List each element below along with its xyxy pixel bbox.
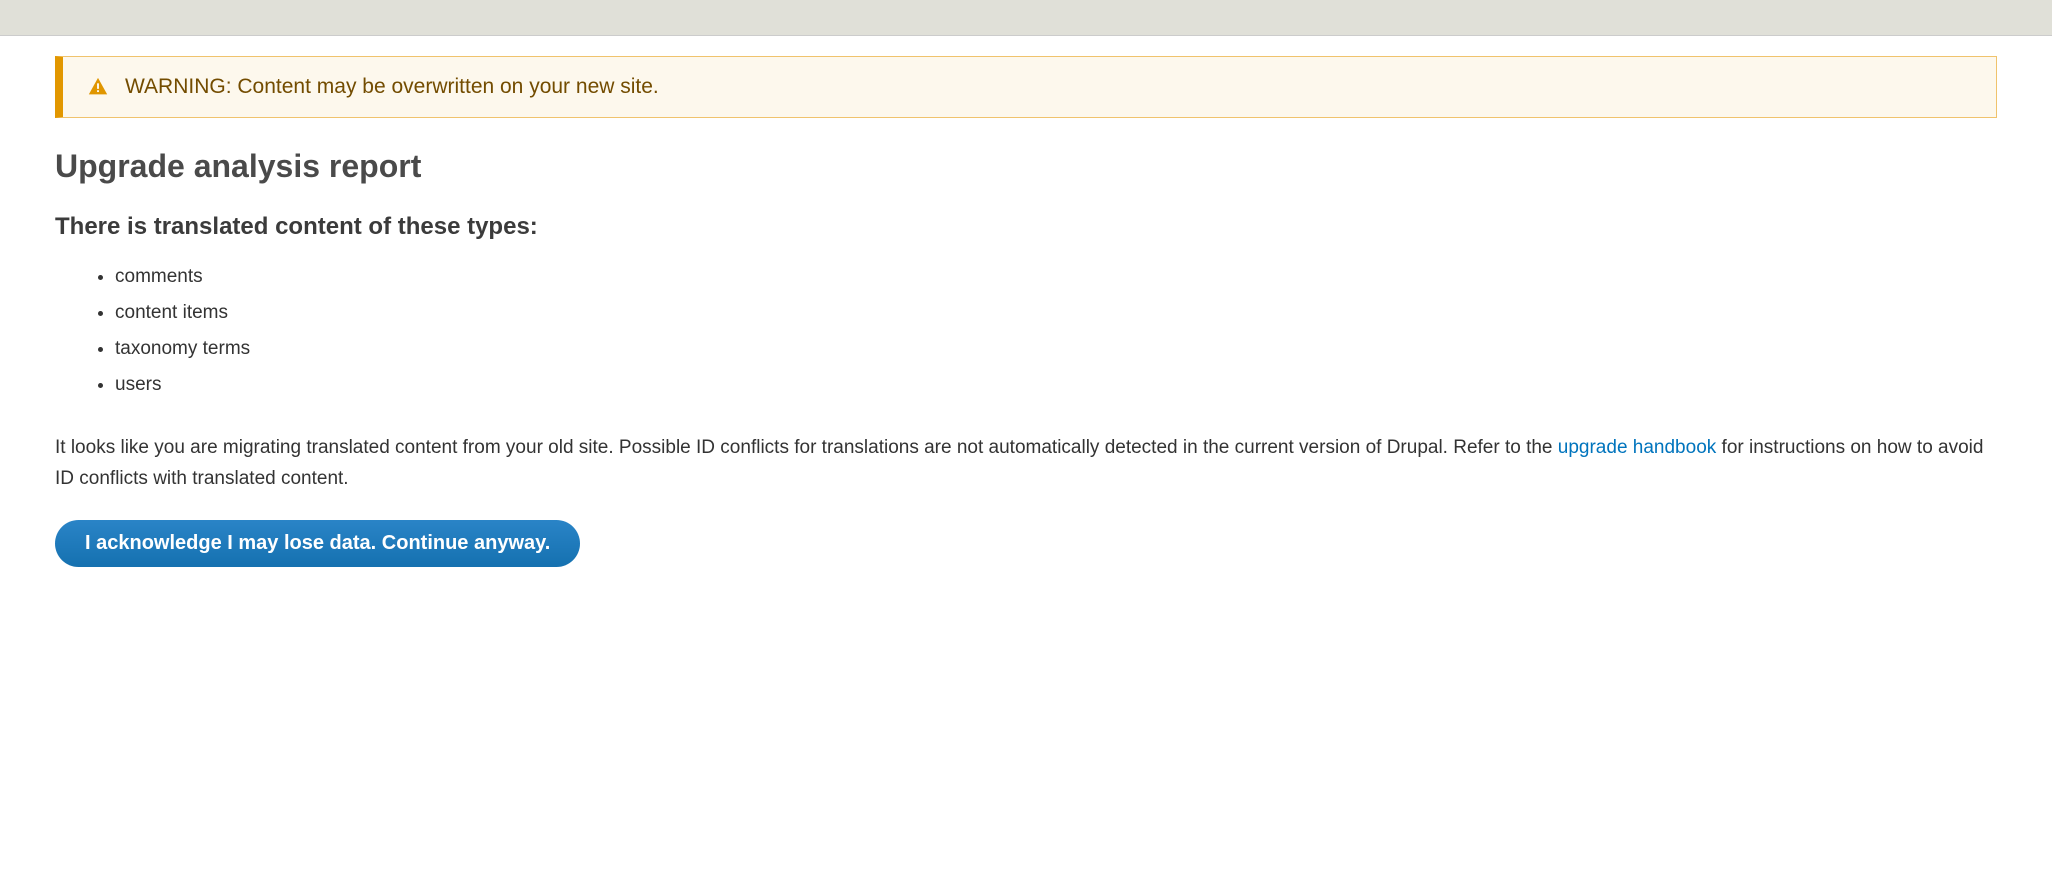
warning-icon [87,76,109,98]
translated-content-subheading: There is translated content of these typ… [55,213,1997,241]
continue-anyway-button[interactable]: I acknowledge I may lose data. Continue … [55,520,580,567]
list-item: comments [115,259,1997,295]
upgrade-handbook-link[interactable]: upgrade handbook [1558,437,1716,458]
list-item: users [115,367,1997,403]
warning-text: WARNING: Content may be overwritten on y… [125,75,659,99]
list-item: taxonomy terms [115,331,1997,367]
page-title: Upgrade analysis report [55,148,1997,185]
list-item: content items [115,295,1997,331]
content-type-list: comments content items taxonomy terms us… [115,259,1997,403]
description-paragraph: It looks like you are migrating translat… [55,433,1997,494]
warning-message: WARNING: Content may be overwritten on y… [55,56,1997,118]
description-text-1: It looks like you are migrating translat… [55,437,1558,458]
top-bar [0,0,2052,36]
content-wrapper: WARNING: Content may be overwritten on y… [0,36,2052,587]
